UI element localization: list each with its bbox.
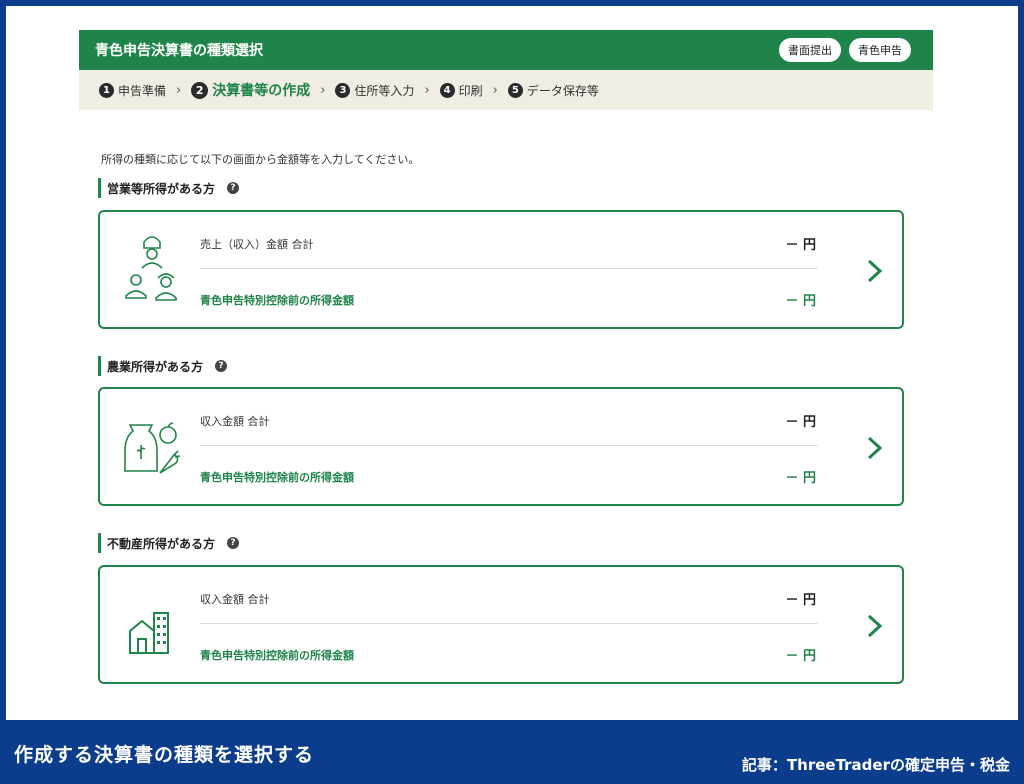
pre-deduction-income-label: 青色申告特別控除前の所得金額 xyxy=(200,649,354,662)
mode-badges: 書面提出 青色申告 xyxy=(779,38,911,62)
caption-source: 記事：ThreeTraderの確定申告・税金 xyxy=(741,756,1010,774)
step-4: 4 印刷 xyxy=(439,82,483,99)
help-icon[interactable]: ? xyxy=(215,360,228,372)
pre-deduction-income-value: － 円 xyxy=(785,649,816,664)
help-icon[interactable]: ? xyxy=(227,537,240,549)
step-5: 5 データ保存等 xyxy=(507,82,599,99)
step-label: 住所等入力 xyxy=(354,83,415,98)
section-title: 営業等所得がある方 xyxy=(107,181,216,196)
sales-total-value: － 円 xyxy=(785,238,816,253)
agriculture-income-card[interactable]: 収入金額 合計 － 円 青色申告特別控除前の所得金額 － 円 xyxy=(98,387,904,506)
pre-deduction-income-label: 青色申告特別控除前の所得金額 xyxy=(200,294,354,307)
workers-icon xyxy=(125,236,177,301)
section-heading-real-estate: 不動産所得がある方 ? xyxy=(98,533,240,553)
page-title: 青色申告決算書の種類選択 xyxy=(95,43,263,59)
real-estate-income-card[interactable]: 収入金額 合計 － 円 青色申告特別控除前の所得金額 － 円 xyxy=(98,565,904,684)
title-bar: 青色申告決算書の種類選択 書面提出 青色申告 xyxy=(79,30,933,70)
form-header: 青色申告決算書の種類選択 書面提出 青色申告 1 申告準備 › 2 決算書等の作… xyxy=(79,30,933,110)
step-label: データ保存等 xyxy=(526,83,599,98)
revenue-total-label: 収入金額 合計 xyxy=(200,593,270,606)
chevron-right-icon xyxy=(867,436,883,460)
step-1: 1 申告準備 xyxy=(99,82,166,99)
heading-accent-bar xyxy=(98,178,101,198)
step-number: 4 xyxy=(439,82,455,98)
intro-text: 所得の種類に応じて以下の画面から金額等を入力してください。 xyxy=(101,153,420,166)
section-heading-business: 営業等所得がある方 ? xyxy=(98,178,240,198)
heading-accent-bar xyxy=(98,533,101,553)
revenue-total-label: 収入金額 合計 xyxy=(200,415,270,428)
step-label: 決算書等の作成 xyxy=(212,83,311,99)
building-icon xyxy=(129,612,169,654)
step-separator-icon: › xyxy=(176,82,182,98)
business-income-card[interactable]: 売上（収入）金額 合計 － 円 青色申告特別控除前の所得金額 － 円 xyxy=(98,210,904,329)
step-number: 5 xyxy=(507,82,523,98)
chevron-right-icon xyxy=(867,614,883,638)
step-separator-icon: › xyxy=(320,82,326,98)
row-divider xyxy=(200,623,818,624)
revenue-total-value: － 円 xyxy=(785,593,816,608)
row-divider xyxy=(200,268,818,269)
step-2: 2 決算書等の作成 xyxy=(191,80,310,100)
step-label: 申告準備 xyxy=(118,83,167,98)
section-title: 農業所得がある方 xyxy=(107,359,204,374)
pre-deduction-income-value: － 円 xyxy=(785,294,816,309)
heading-accent-bar xyxy=(98,356,101,376)
paper-submission-button[interactable]: 書面提出 xyxy=(779,38,841,62)
sales-total-label: 売上（収入）金額 合計 xyxy=(200,238,314,251)
pre-deduction-income-value: － 円 xyxy=(785,471,816,486)
step-progress: 1 申告準備 › 2 決算書等の作成 › 3 住所等入力 › 4 印刷 › 5 … xyxy=(79,70,933,110)
help-icon[interactable]: ? xyxy=(227,182,240,194)
chevron-right-icon xyxy=(867,259,883,283)
pre-deduction-income-label: 青色申告特別控除前の所得金額 xyxy=(200,471,354,484)
step-separator-icon: › xyxy=(492,82,498,98)
caption-bar: 作成する決算書の種類を選択する 記事：ThreeTraderの確定申告・税金 xyxy=(0,720,1024,784)
step-label: 印刷 xyxy=(458,83,483,98)
step-3: 3 住所等入力 xyxy=(335,82,414,99)
section-title: 不動産所得がある方 xyxy=(107,536,216,551)
row-divider xyxy=(200,445,818,446)
section-heading-agriculture: 農業所得がある方 ? xyxy=(98,356,228,376)
produce-icon xyxy=(124,422,181,474)
step-number: 1 xyxy=(99,82,114,98)
step-separator-icon: › xyxy=(424,82,430,98)
caption-title: 作成する決算書の種類を選択する xyxy=(14,744,315,766)
blue-return-button[interactable]: 青色申告 xyxy=(849,38,911,62)
step-number: 2 xyxy=(191,81,209,99)
revenue-total-value: － 円 xyxy=(785,415,816,430)
step-number: 3 xyxy=(335,82,351,98)
